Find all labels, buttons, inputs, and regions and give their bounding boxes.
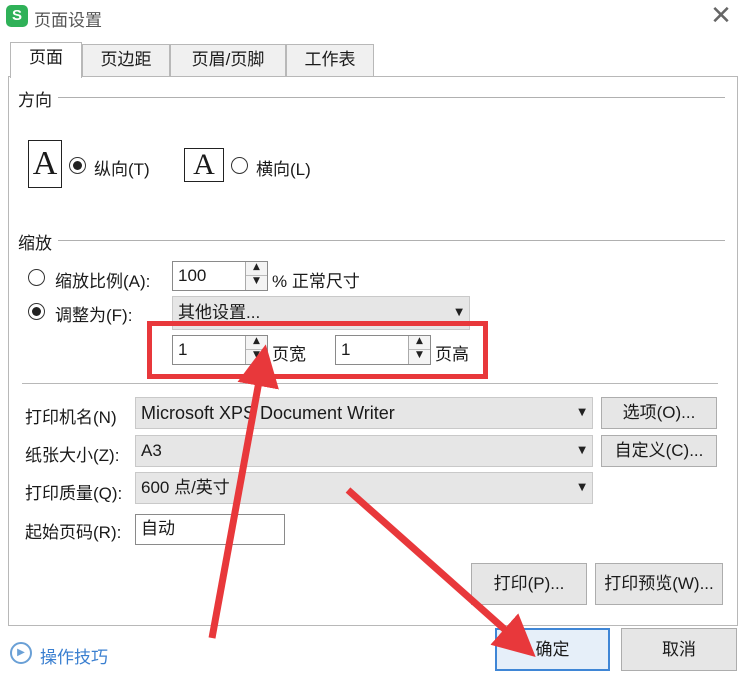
tab-page[interactable]: 页面 <box>10 42 82 78</box>
annotation-arrows <box>208 344 536 657</box>
annotation-arrow-to-ok <box>345 487 536 657</box>
annotation-arrow-up <box>208 344 279 639</box>
